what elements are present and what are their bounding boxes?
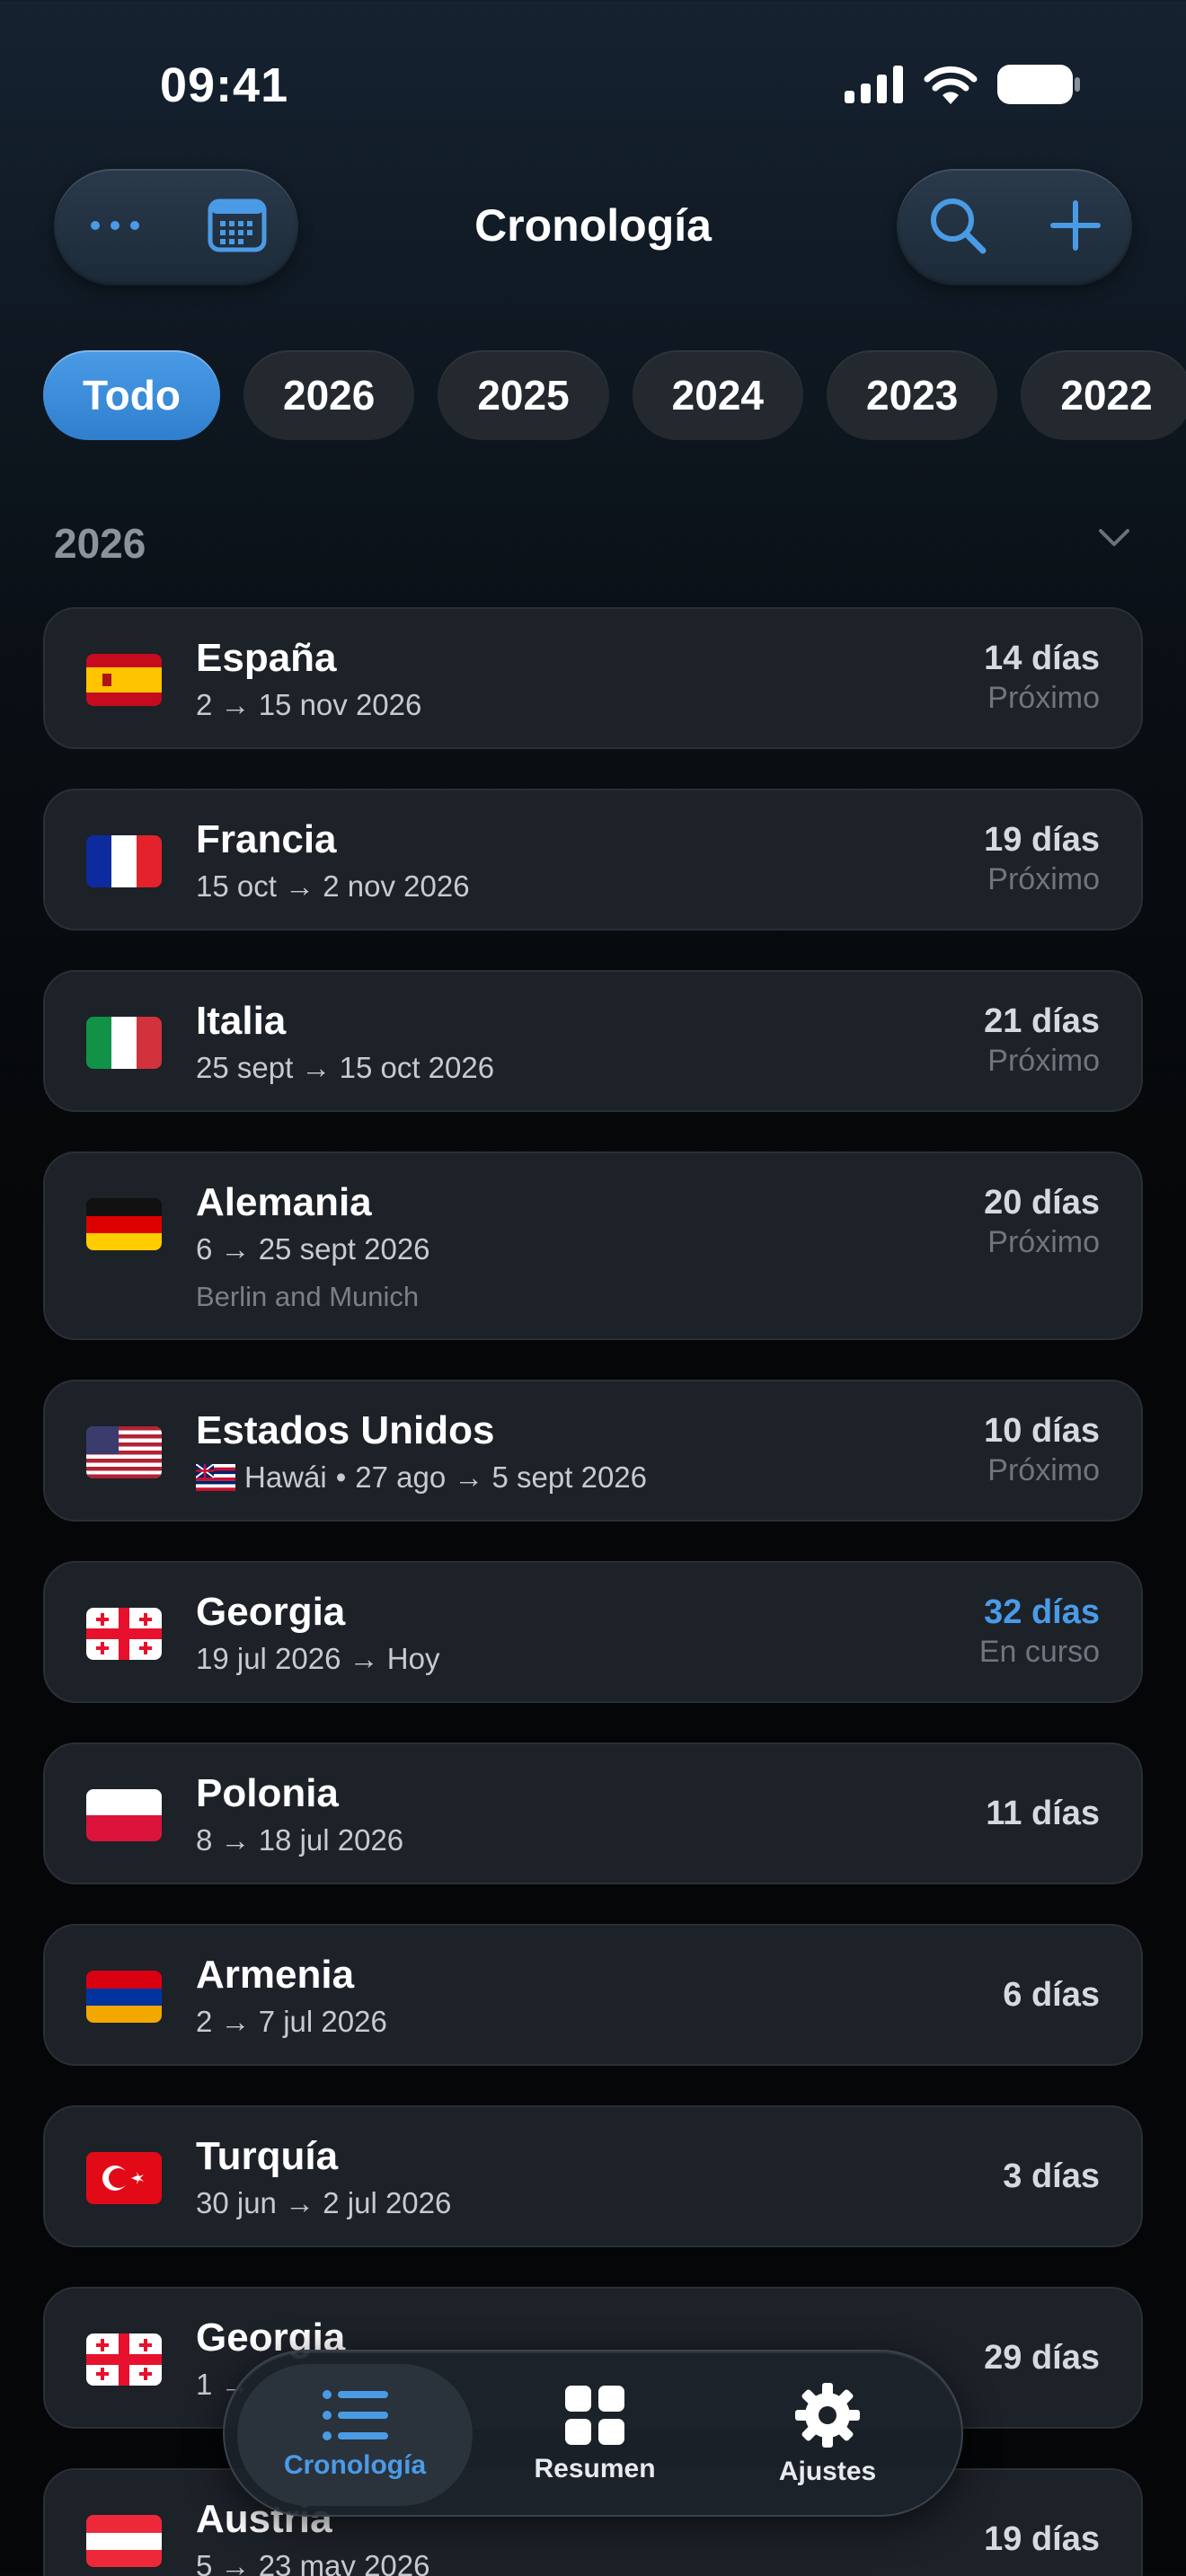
tab-cronologia[interactable]: Cronología — [237, 2364, 473, 2506]
trip-country: Estados Unidos — [196, 1408, 495, 1452]
trip-duration: 10 días — [984, 1412, 1100, 1450]
flag-poland-icon — [86, 1789, 162, 1841]
cellular-signal-icon — [845, 66, 903, 103]
trip-country: Polonia — [196, 1771, 339, 1815]
flag-spain-icon — [86, 654, 162, 706]
flag-usa-icon — [86, 1426, 162, 1478]
trip-card-francia[interactable]: Francia 15 oct → 2 nov 2026 19 días Próx… — [43, 789, 1143, 931]
trip-duration: 29 días — [984, 2339, 1100, 2377]
trip-dates: 5 → 23 may 2026 — [196, 2549, 430, 2576]
wifi-icon — [924, 66, 978, 104]
trip-dates: 8 → 18 jul 2026 — [196, 1823, 404, 1857]
trip-duration: 19 días — [984, 821, 1100, 859]
tab-label: Ajustes — [778, 2457, 877, 2486]
trip-status: Próximo — [987, 1044, 1100, 1078]
trip-country: Italia — [196, 999, 287, 1043]
year-filter-bar: Todo 2026 2025 2024 2023 2022 — [43, 350, 1186, 440]
tab-label: Cronología — [283, 2450, 427, 2480]
status-icons — [845, 65, 1080, 104]
trip-note: Berlin and Munich — [196, 1281, 420, 1312]
flag-germany-icon — [86, 1198, 162, 1250]
search-icon[interactable] — [928, 196, 987, 260]
flag-italy-icon — [86, 1017, 162, 1069]
trip-duration: 3 días — [1003, 2157, 1100, 2195]
trip-dates: 6 → 25 sept 2026 — [196, 1232, 430, 1266]
flag-georgia-icon — [86, 1608, 162, 1660]
trip-country: Turquía — [196, 2134, 339, 2178]
tab-resumen[interactable]: Resumen — [477, 2364, 712, 2506]
trip-list: España 2 → 15 nov 2026 14 días Próximo F… — [43, 607, 1143, 2576]
filter-chip-2023[interactable]: 2023 — [827, 350, 998, 440]
flag-hawaii-icon — [196, 1464, 235, 1491]
trip-dates: 30 jun → 2 jul 2026 — [196, 2186, 452, 2219]
status-time: 09:41 — [160, 58, 289, 112]
flag-turkey-icon — [86, 2152, 162, 2204]
trip-status: Próximo — [987, 1225, 1100, 1259]
trip-dates: Hawái • 27 ago → 5 sept 2026 — [196, 1460, 647, 1495]
trip-duration: 19 días — [984, 2520, 1100, 2558]
trip-country: Armenia — [196, 1953, 355, 1997]
trip-card-armenia[interactable]: Armenia 2 → 7 jul 2026 6 días — [43, 1924, 1143, 2066]
section-year-header: 2026 — [54, 520, 146, 567]
trip-card-espana[interactable]: España 2 → 15 nov 2026 14 días Próximo — [43, 607, 1143, 749]
filter-chip-2025[interactable]: 2025 — [438, 350, 609, 440]
trip-country: España — [196, 636, 337, 680]
trip-card-estados-unidos[interactable]: Estados Unidos Hawái • 27 ago → 5 sept 202… — [43, 1380, 1143, 1522]
header-right-actions — [897, 169, 1132, 286]
trip-card-turquia[interactable]: Turquía 30 jun → 2 jul 2026 3 días — [43, 2105, 1143, 2247]
list-icon — [323, 2390, 388, 2440]
trip-duration: 6 días — [1003, 1976, 1100, 2014]
battery-icon — [997, 65, 1080, 104]
filter-chip-2022[interactable]: 2022 — [1021, 350, 1186, 440]
gear-icon — [795, 2383, 860, 2448]
filter-chip-todo[interactable]: Todo — [43, 350, 220, 440]
trip-country: Alemania — [196, 1180, 372, 1224]
filter-chip-2024[interactable]: 2024 — [632, 350, 804, 440]
trip-status: En curso — [978, 1635, 1100, 1669]
trip-card-polonia[interactable]: Polonia 8 → 18 jul 2026 11 días — [43, 1742, 1143, 1884]
trip-duration: 32 días — [984, 1593, 1100, 1631]
trip-country: Francia — [196, 817, 337, 861]
tab-label: Resumen — [534, 2454, 656, 2483]
trip-card-alemania[interactable]: Alemania 6 → 25 sept 2026 Berlin and Mun… — [43, 1151, 1143, 1340]
trip-card-georgia-current[interactable]: Georgia 19 jul 2026 → Hoy 32 días En cur… — [43, 1561, 1143, 1703]
plus-icon[interactable] — [1050, 199, 1101, 255]
trip-dates: 15 oct → 2 nov 2026 — [196, 869, 470, 903]
trip-dates: 25 sept → 15 oct 2026 — [196, 1051, 495, 1084]
trip-duration: 21 días — [984, 1002, 1100, 1040]
chevron-down-icon[interactable] — [1098, 528, 1130, 548]
trip-dates: 19 jul 2026 → Hoy — [196, 1642, 440, 1675]
flag-france-icon — [86, 835, 162, 887]
flag-armenia-icon — [86, 1971, 162, 2023]
flag-georgia-icon — [86, 2333, 162, 2386]
flag-austria-icon — [86, 2515, 162, 2567]
grid-icon — [565, 2386, 624, 2445]
trip-card-italia[interactable]: Italia 25 sept → 15 oct 2026 21 días Pró… — [43, 970, 1143, 1112]
trip-duration: 20 días — [984, 1184, 1100, 1222]
trip-dates: 2 → 7 jul 2026 — [196, 2005, 387, 2038]
trip-status: Próximo — [987, 862, 1100, 896]
filter-chip-2026[interactable]: 2026 — [243, 350, 415, 440]
trip-status: Próximo — [987, 1453, 1100, 1487]
tab-ajustes[interactable]: Ajustes — [710, 2364, 945, 2506]
trip-status: Próximo — [987, 681, 1100, 715]
trip-country: Georgia — [196, 1590, 346, 1634]
trip-dates: 2 → 15 nov 2026 — [196, 688, 422, 721]
trip-duration: 11 días — [986, 1795, 1100, 1832]
tab-bar: Cronología Resumen Ajustes — [223, 2350, 963, 2517]
trip-duration: 14 días — [984, 640, 1100, 677]
